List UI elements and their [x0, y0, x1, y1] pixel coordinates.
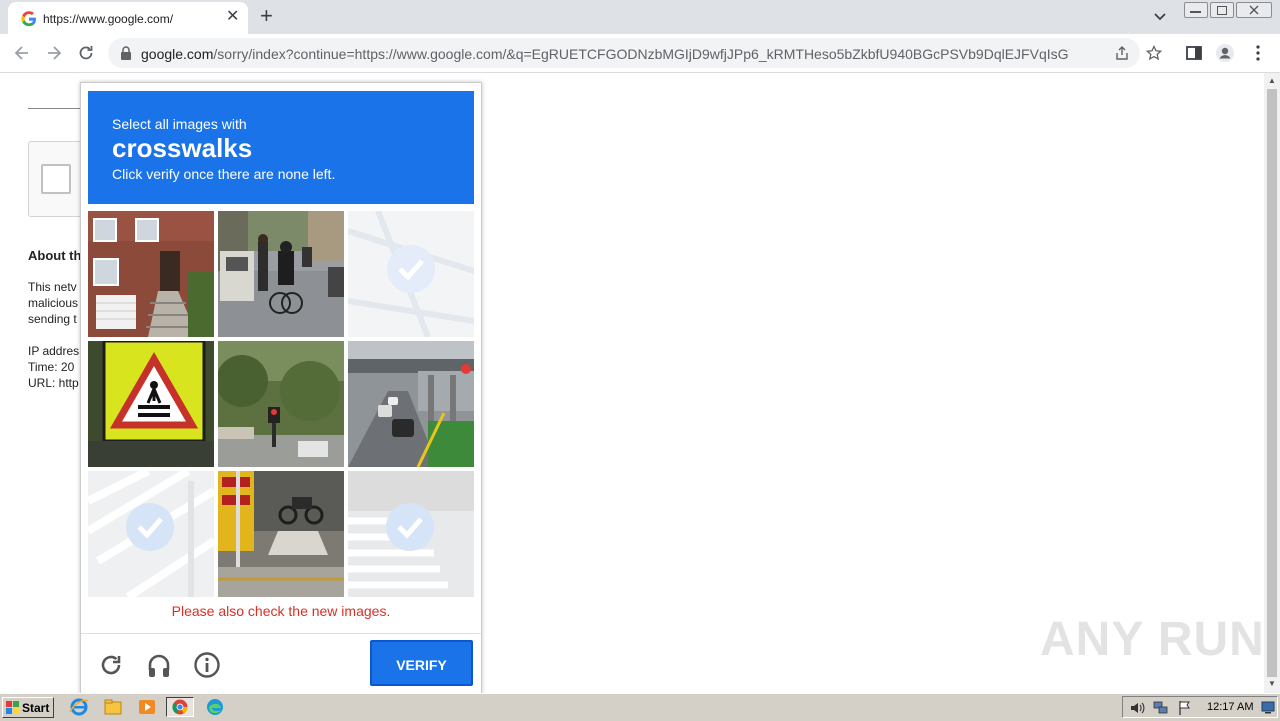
image-tile-street-cyclists[interactable]	[218, 211, 344, 337]
address-bar[interactable]: google.com/sorry/index?continue=https://…	[108, 38, 1162, 68]
image-tile-crosswalk-selected[interactable]	[348, 471, 474, 597]
taskbar-clock[interactable]: 12:17 AM	[1207, 701, 1253, 713]
side-panel-icon[interactable]	[1184, 43, 1204, 63]
page-text-line: malicious	[28, 296, 79, 310]
kebab-menu-icon[interactable]	[1248, 43, 1268, 63]
forward-arrow-icon[interactable]	[44, 43, 64, 63]
page-text-line: This netv	[28, 280, 77, 294]
image-tile-traffic-light[interactable]	[218, 341, 344, 467]
scroll-up-icon[interactable]: ▲	[1268, 76, 1276, 85]
select-instruction: Select all images with	[112, 116, 247, 132]
show-desktop-icon[interactable]	[1261, 700, 1275, 714]
info-icon[interactable]	[193, 651, 221, 679]
image-tile-map-selected[interactable]	[348, 211, 474, 337]
start-label: Start	[22, 701, 50, 715]
scrollbar-thumb[interactable]	[1267, 89, 1277, 677]
chevron-down-icon[interactable]	[1152, 8, 1168, 24]
vertical-scrollbar[interactable]: ▲ ▼	[1264, 73, 1280, 693]
internet-explorer-icon[interactable]	[68, 697, 90, 717]
new-tab-button[interactable]: +	[260, 5, 273, 27]
url-line: URL: http	[28, 376, 79, 390]
challenge-target: crosswalks	[112, 133, 253, 163]
tab-title: https://www.google.com/	[43, 12, 174, 26]
image-tile-highway[interactable]	[348, 341, 474, 467]
volume-icon[interactable]	[1129, 700, 1145, 716]
media-player-icon[interactable]	[136, 697, 158, 717]
network-icon[interactable]	[1153, 700, 1169, 716]
close-icon	[1249, 5, 1259, 15]
profile-avatar-icon[interactable]	[1215, 43, 1235, 63]
reload-icon[interactable]	[76, 43, 96, 63]
google-favicon-icon	[21, 11, 36, 27]
scroll-down-icon[interactable]: ▼	[1268, 679, 1276, 688]
url-path: /sorry/index?continue=https://www.google…	[213, 46, 1069, 62]
start-button[interactable]: Start	[2, 697, 54, 718]
page-heading: About th	[28, 248, 82, 263]
url-text[interactable]: google.com/sorry/index?continue=https://…	[141, 46, 1069, 62]
challenge-banner: Select all images with crosswalks Click …	[88, 91, 474, 204]
lock-icon[interactable]	[120, 46, 132, 60]
url-host: google.com	[141, 46, 214, 62]
recaptcha-checkbox[interactable]	[41, 164, 71, 194]
browser-tab[interactable]: https://www.google.com/ ✕	[8, 2, 248, 34]
windows-taskbar: Start 12:17 AM	[0, 693, 1280, 721]
page-text-line: sending t	[28, 312, 77, 326]
ip-address-line: IP addres	[28, 344, 80, 358]
action-center-flag-icon[interactable]	[1177, 700, 1193, 716]
minimize-button[interactable]	[1184, 2, 1208, 18]
image-grid	[88, 211, 474, 597]
image-tile-motorbike[interactable]	[218, 471, 344, 597]
time-line: Time: 20	[28, 360, 75, 374]
recaptcha-challenge-dialog: Select all images with crosswalks Click …	[80, 82, 482, 694]
edge-icon[interactable]	[204, 697, 226, 717]
bookmark-star-icon[interactable]	[1146, 45, 1162, 61]
browser-toolbar: google.com/sorry/index?continue=https://…	[0, 34, 1280, 73]
page-divider	[28, 108, 80, 109]
verify-button[interactable]: VERIFY	[370, 640, 473, 686]
image-tile-crosswalk-selected[interactable]	[88, 471, 214, 597]
share-icon[interactable]	[1114, 45, 1130, 61]
image-tile-brick-house[interactable]	[88, 211, 214, 337]
back-arrow-icon[interactable]	[12, 43, 32, 63]
new-images-warning: Please also check the new images.	[171, 603, 391, 619]
headphones-icon[interactable]	[145, 651, 173, 679]
chrome-taskbar-button[interactable]	[166, 697, 194, 717]
tab-strip: https://www.google.com/ ✕ +	[0, 0, 1280, 34]
windows-logo-icon	[6, 701, 19, 714]
tab-close-icon[interactable]: ✕	[226, 9, 239, 25]
close-window-button[interactable]	[1236, 2, 1272, 18]
image-tile-crosswalk-sign[interactable]	[88, 341, 214, 467]
verify-instruction: Click verify once there are none left.	[112, 166, 336, 182]
footer-divider	[81, 633, 481, 634]
chrome-icon	[172, 699, 188, 715]
file-explorer-icon[interactable]	[102, 697, 124, 717]
reload-challenge-icon[interactable]	[97, 651, 125, 679]
restore-button[interactable]	[1210, 2, 1234, 18]
system-tray: 12:17 AM	[1122, 696, 1278, 718]
anyrun-watermark: ANY RUN	[1040, 613, 1265, 666]
